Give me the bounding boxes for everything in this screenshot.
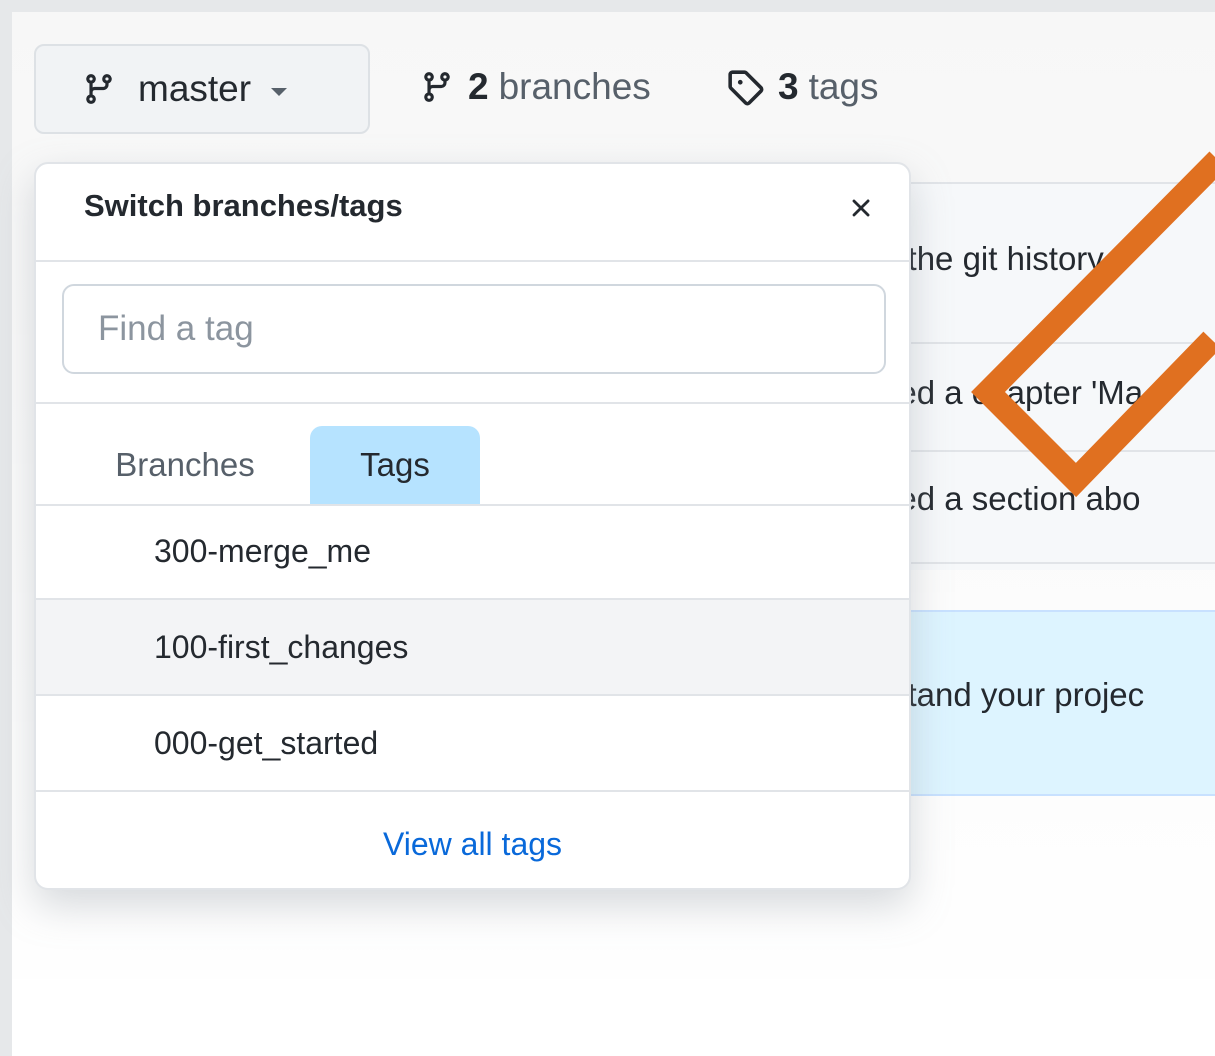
list-item[interactable]: 100-first_changes: [36, 600, 909, 696]
dropdown-filter: [36, 260, 909, 404]
branches-link[interactable]: 2 branches: [420, 58, 651, 116]
branches-word: branches: [498, 66, 651, 107]
row-divider: [880, 342, 1215, 344]
commit-row: ded a section abo: [880, 480, 1141, 517]
view-all-tags-link[interactable]: View all tags: [383, 826, 562, 863]
list-item[interactable]: 000-get_started: [36, 696, 909, 792]
dropdown-title: Switch branches/tags: [84, 188, 403, 223]
close-button[interactable]: [843, 192, 879, 228]
tag-icon: [726, 68, 764, 106]
branch-select-button[interactable]: master: [34, 44, 370, 134]
tags-link[interactable]: 3 tags: [726, 58, 879, 116]
dropdown-tabs: Branches Tags: [36, 402, 909, 506]
commit-row: ded a chapter 'Ma: [880, 374, 1144, 411]
row-divider: [880, 562, 1215, 564]
branch-tag-dropdown: Switch branches/tags Branches Tags 300-m…: [34, 162, 911, 890]
tab-tags[interactable]: Tags: [310, 426, 480, 504]
branches-count: 2: [468, 66, 489, 107]
branch-select-label: master: [138, 68, 252, 109]
commit-row: n the git history: [880, 240, 1104, 277]
tags-word: tags: [808, 66, 879, 107]
dropdown-header: Switch branches/tags: [36, 164, 909, 262]
tab-branches[interactable]: Branches: [90, 426, 280, 504]
tags-count: 3: [778, 66, 799, 107]
find-tag-input[interactable]: [62, 284, 886, 374]
info-banner-text: rstand your projec: [880, 676, 1145, 713]
caret-down-icon: [271, 88, 288, 96]
tag-list: 300-merge_me 100-first_changes 000-get_s…: [36, 504, 909, 792]
dropdown-footer: View all tags: [36, 796, 909, 888]
list-item[interactable]: 300-merge_me: [36, 504, 909, 600]
close-icon: [846, 193, 876, 228]
row-divider: [880, 450, 1215, 452]
git-branch-icon: [420, 70, 454, 104]
git-branch-icon: [82, 72, 116, 106]
